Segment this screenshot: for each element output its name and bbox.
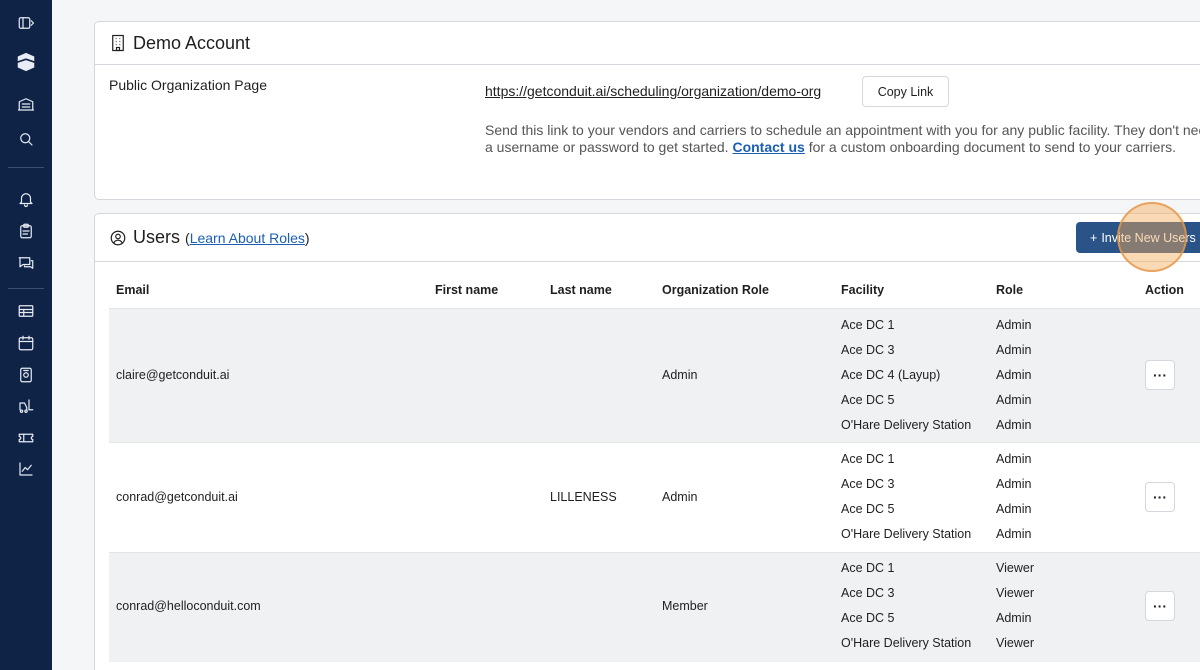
facility-cell: Ace DC 3 bbox=[841, 586, 895, 600]
row-actions-button[interactable]: ··· bbox=[1145, 360, 1175, 390]
email-cell: conrad@helloconduit.com bbox=[116, 599, 261, 613]
table-row: claire@getconduit.ai Admin Ace DC 1 Admi… bbox=[109, 308, 1200, 442]
list-icon[interactable] bbox=[14, 299, 38, 323]
facility-cell: Ace DC 3 bbox=[841, 343, 895, 357]
role-cell: Admin bbox=[996, 502, 1032, 516]
public-page-label: Public Organization Page bbox=[109, 77, 267, 93]
email-cell: claire@getconduit.ai bbox=[116, 368, 230, 382]
building-icon bbox=[109, 34, 127, 52]
contact-us-link[interactable]: Contact us bbox=[732, 139, 804, 155]
role-cell: Viewer bbox=[996, 636, 1034, 650]
facility-cell: Ace DC 4 (Layup) bbox=[841, 368, 941, 382]
org-role-cell: Admin bbox=[662, 368, 698, 382]
role-cell: Admin bbox=[996, 452, 1032, 466]
users-title-text: Users bbox=[133, 227, 181, 247]
column-last-name: Last name bbox=[550, 283, 612, 297]
role-cell: Viewer bbox=[996, 561, 1034, 575]
organization-title: Demo Account bbox=[133, 32, 251, 53]
users-title: Users (Learn About Roles) bbox=[133, 227, 310, 248]
organization-card: Demo Account Public Organization Page ht… bbox=[94, 21, 1200, 200]
invite-new-users-button[interactable]: + Invite New Users bbox=[1076, 222, 1200, 253]
column-facility: Facility bbox=[841, 283, 885, 297]
logo-icon[interactable] bbox=[14, 50, 38, 74]
facility-cell: O'Hare Delivery Station bbox=[841, 636, 972, 650]
role-cell: Admin bbox=[996, 393, 1032, 407]
users-table-header: Email First name Last name Organization … bbox=[109, 283, 1200, 309]
paren-close: ) bbox=[304, 230, 310, 246]
email-cell: conrad@getconduit.ai bbox=[116, 490, 238, 504]
facility-cell: O'Hare Delivery Station bbox=[841, 418, 972, 432]
role-cell: Admin bbox=[996, 527, 1032, 541]
invite-label: Invite New Users bbox=[1101, 230, 1196, 245]
facility-cell: Ace DC 1 bbox=[841, 561, 895, 575]
facility-cell: Ace DC 1 bbox=[841, 318, 895, 332]
org-role-cell: Member bbox=[662, 599, 708, 613]
calendar-icon[interactable] bbox=[14, 331, 38, 355]
facility-cell: Ace DC 3 bbox=[841, 477, 895, 491]
sidebar-divider bbox=[8, 288, 44, 289]
plus-icon: + bbox=[1090, 230, 1098, 245]
table-row: conrad@helloconduit.com Member Ace DC 1 … bbox=[109, 552, 1200, 662]
last-name-cell: LILLENESS bbox=[550, 490, 617, 504]
column-email: Email bbox=[116, 283, 150, 297]
user-circle-icon bbox=[109, 229, 127, 247]
description-text-end: for a custom onboarding document to send… bbox=[804, 139, 1177, 155]
users-card: Users (Learn About Roles) + Invite New Us… bbox=[94, 202, 1200, 670]
ticket-icon[interactable] bbox=[14, 426, 38, 450]
search-icon[interactable] bbox=[14, 127, 38, 151]
forklift-icon[interactable] bbox=[14, 394, 38, 418]
bell-icon[interactable] bbox=[14, 187, 38, 211]
role-cell: Admin bbox=[996, 343, 1032, 357]
facility-cell: Ace DC 5 bbox=[841, 502, 895, 516]
role-cell: Admin bbox=[996, 318, 1032, 332]
column-role: Role bbox=[996, 283, 1024, 297]
organization-card-header: Demo Account bbox=[95, 22, 1200, 65]
public-page-description: Send this link to your vendors and carri… bbox=[485, 122, 1200, 156]
role-cell: Admin bbox=[996, 418, 1032, 432]
column-organization-role: Organization Role bbox=[662, 283, 769, 297]
facility-cell: Ace DC 1 bbox=[841, 452, 895, 466]
users-card-header: Users (Learn About Roles) + Invite New Us… bbox=[95, 202, 1200, 272]
facility-cell: O'Hare Delivery Station bbox=[841, 527, 972, 541]
warehouse-icon[interactable] bbox=[14, 92, 38, 116]
chart-icon[interactable] bbox=[14, 457, 38, 481]
row-actions-button[interactable]: ··· bbox=[1145, 482, 1175, 512]
chat-icon[interactable] bbox=[14, 251, 38, 275]
public-page-link[interactable]: https://getconduit.ai/scheduling/organiz… bbox=[485, 83, 821, 99]
role-cell: Viewer bbox=[996, 586, 1034, 600]
sidebar-toggle-icon[interactable] bbox=[14, 11, 38, 35]
facility-cell: Ace DC 5 bbox=[841, 393, 895, 407]
column-first-name: First name bbox=[435, 283, 499, 297]
facility-cell: Ace DC 5 bbox=[841, 611, 895, 625]
clipboard-icon[interactable] bbox=[14, 219, 38, 243]
role-cell: Admin bbox=[996, 368, 1032, 382]
row-actions-button[interactable]: ··· bbox=[1145, 591, 1175, 621]
table-row: conrad@getconduit.ai LILLENESS Admin Ace… bbox=[109, 442, 1200, 552]
role-cell: Admin bbox=[996, 477, 1032, 491]
learn-about-roles-link[interactable]: Learn About Roles bbox=[190, 230, 305, 246]
dock-icon[interactable] bbox=[14, 363, 38, 387]
role-cell: Admin bbox=[996, 611, 1032, 625]
sidebar bbox=[0, 0, 52, 670]
sidebar-divider bbox=[8, 167, 44, 168]
copy-link-button[interactable]: Copy Link bbox=[862, 76, 949, 107]
column-action: Action bbox=[1145, 283, 1184, 297]
org-role-cell: Admin bbox=[662, 490, 698, 504]
